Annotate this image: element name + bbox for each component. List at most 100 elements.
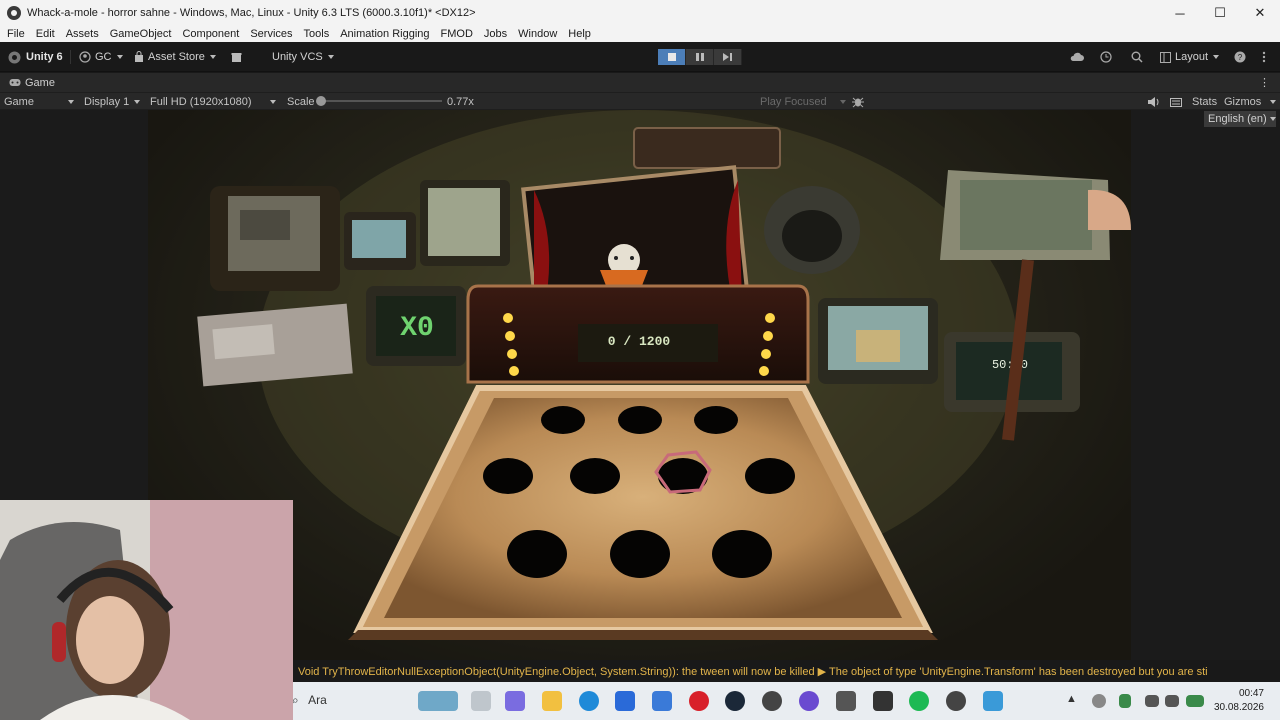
history-icon[interactable]	[1100, 50, 1112, 64]
resolution-dropdown[interactable]: Full HD (1920x1080)	[150, 95, 276, 109]
search-icon: ⌕	[292, 693, 299, 707]
tv-left-static	[420, 180, 510, 266]
steam-icon[interactable]	[725, 691, 745, 711]
maximize-button[interactable]: ☐	[1200, 0, 1240, 26]
notepad-icon[interactable]	[983, 691, 1003, 711]
multiplier-display: X0	[400, 313, 434, 344]
tv-left-glitch	[197, 303, 353, 387]
gamepad-icon	[9, 79, 21, 86]
unity-app-icon	[7, 6, 21, 20]
show-hidden-icons-chevron-up-icon[interactable]: ▲	[1066, 693, 1077, 705]
display-label: Display 1	[84, 96, 130, 108]
spotify-icon[interactable]	[909, 691, 929, 711]
scale-label: Scale	[287, 96, 315, 108]
gizmos-dropdown[interactable]: Gizmos	[1224, 95, 1276, 109]
github-icon[interactable]	[946, 691, 966, 711]
layout-dropdown[interactable]: Layout	[1160, 50, 1220, 64]
weather-widget-icon[interactable]	[418, 691, 458, 711]
account-dropdown[interactable]: Unity 6	[8, 50, 63, 64]
pause-button[interactable]	[686, 49, 714, 65]
menu-gameobject[interactable]: GameObject	[110, 28, 172, 40]
main-toolbar: Unity 6 GC Asset Store Unity VCS Layout …	[0, 42, 1280, 72]
menu-jobs[interactable]: Jobs	[484, 28, 507, 40]
chevron-down-icon	[116, 55, 123, 59]
audio-icon[interactable]	[1148, 95, 1160, 109]
menu-animation-rigging[interactable]: Animation Rigging	[340, 28, 429, 40]
stop-button[interactable]	[658, 49, 686, 65]
menu-component[interactable]: Component	[182, 28, 239, 40]
scale-slider-track[interactable]	[320, 100, 442, 102]
close-button[interactable]: ✕	[1240, 0, 1280, 26]
chevron-down-icon	[327, 55, 334, 59]
microphone-icon[interactable]	[1119, 694, 1131, 708]
tv-right-house	[818, 298, 938, 384]
keyboard-icon[interactable]	[1170, 95, 1182, 109]
webcam-overlay	[0, 500, 293, 720]
svg-text:?: ?	[1238, 53, 1243, 62]
search-box[interactable]: ⌕ Ara	[292, 693, 327, 708]
stats-toggle[interactable]: Stats	[1192, 95, 1217, 109]
console-message[interactable]: Void TryThrowEditorNullExceptionObject(U…	[298, 665, 1208, 678]
menu-bar: File Edit Assets GameObject Component Se…	[0, 26, 1280, 42]
game-mode-dropdown[interactable]: Game	[4, 95, 74, 109]
tab-game[interactable]: Game	[25, 77, 55, 89]
github-desktop-icon[interactable]	[799, 691, 819, 711]
score-display: 0 / 1200	[608, 334, 671, 349]
webcam-feed	[0, 500, 293, 720]
play-focused-dropdown[interactable]: Play Focused	[760, 95, 846, 109]
menu-services[interactable]: Services	[250, 28, 292, 40]
menu-help[interactable]: Help	[568, 28, 591, 40]
language-dropdown[interactable]: English (en)	[1204, 111, 1276, 127]
display-dropdown[interactable]: Display 1	[84, 95, 140, 109]
edge-browser-icon[interactable]	[579, 691, 599, 711]
bug-icon[interactable]	[852, 95, 864, 109]
cloud-icon[interactable]	[1070, 50, 1084, 64]
game-tab-header: Game ⋮	[0, 73, 1280, 92]
clock[interactable]: 00:47 30.08.2026	[1214, 687, 1264, 715]
more-options-icon[interactable]	[1262, 50, 1266, 64]
volume-icon[interactable]	[1165, 695, 1179, 707]
chevron-down-icon	[134, 100, 140, 104]
gc-dropdown[interactable]: GC	[70, 50, 123, 64]
menu-file[interactable]: File	[7, 28, 25, 40]
asset-store-dropdown[interactable]: Asset Store	[134, 50, 216, 64]
menu-tools[interactable]: Tools	[304, 28, 330, 40]
game-scene: X0 0 / 1200 50:00	[148, 110, 1131, 660]
opera-browser-icon[interactable]	[689, 691, 709, 711]
chevron-down-icon	[840, 100, 846, 104]
step-button[interactable]	[714, 49, 742, 65]
game-view[interactable]: X0 0 / 1200 50:00	[148, 110, 1131, 660]
playmode-controls	[658, 49, 742, 65]
menu-edit[interactable]: Edit	[36, 28, 55, 40]
help-icon[interactable]: ?	[1234, 50, 1246, 64]
mail-icon[interactable]	[652, 691, 672, 711]
gizmos-label: Gizmos	[1224, 96, 1262, 108]
account-label: Unity 6	[26, 51, 63, 63]
battery-icon[interactable]	[1186, 695, 1204, 707]
window-title: Whack-a-mole - horror sahne - Windows, M…	[27, 7, 476, 19]
clock-time: 00:47	[1238, 688, 1264, 699]
scale-slider-handle[interactable]	[316, 96, 326, 106]
more-options-icon[interactable]: ⋮	[1259, 76, 1270, 89]
file-explorer-icon[interactable]	[542, 691, 562, 711]
unity-hub-icon[interactable]	[836, 691, 856, 711]
shopping-bag-icon	[135, 51, 143, 62]
minimize-button[interactable]: ─	[1160, 0, 1200, 26]
menu-assets[interactable]: Assets	[66, 28, 99, 40]
menu-window[interactable]: Window	[518, 28, 557, 40]
step-icon	[723, 53, 732, 61]
menu-fmod[interactable]: FMOD	[441, 28, 473, 40]
package-manager-button[interactable]	[231, 50, 242, 64]
wifi-icon[interactable]	[1145, 695, 1159, 707]
package-icon	[231, 52, 242, 62]
search-icon[interactable]	[1131, 50, 1143, 64]
unity-editor-icon[interactable]	[873, 691, 893, 711]
stop-icon	[667, 53, 676, 61]
vcs-dropdown[interactable]: Unity VCS	[272, 50, 334, 64]
unity-logo-icon	[8, 51, 21, 63]
task-view-icon[interactable]	[471, 691, 491, 711]
cloud-sync-icon[interactable]	[1092, 694, 1106, 708]
store-icon[interactable]	[615, 691, 635, 711]
obs-icon[interactable]	[762, 691, 782, 711]
copilot-icon[interactable]	[505, 691, 525, 711]
